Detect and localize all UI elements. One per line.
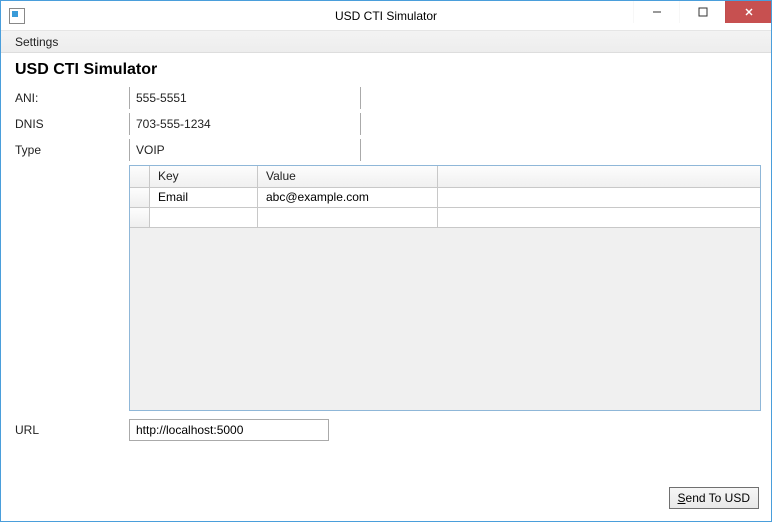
label-url: URL <box>11 423 129 437</box>
title-bar: USD CTI Simulator <box>1 1 771 31</box>
row-type: Type <box>11 137 761 163</box>
grid-row-header[interactable] <box>130 208 150 227</box>
content-area: USD CTI Simulator ANI: DNIS Type Key Val… <box>1 53 771 521</box>
grid-cell-value[interactable] <box>258 208 438 227</box>
row-url: URL <box>11 419 761 441</box>
page-title: USD CTI Simulator <box>11 61 761 79</box>
grid-header-key[interactable]: Key <box>150 166 258 187</box>
maximize-button[interactable] <box>679 1 725 23</box>
grid-body: Email abc@example.com <box>130 188 760 228</box>
grid-cell-key[interactable] <box>150 208 258 227</box>
row-dnis: DNIS <box>11 111 761 137</box>
menu-settings[interactable]: Settings <box>7 33 66 51</box>
grid-header-rowselector <box>130 166 150 187</box>
send-to-usd-button[interactable]: Send To USD <box>669 487 760 509</box>
input-type[interactable] <box>129 139 361 161</box>
close-button[interactable] <box>725 1 771 23</box>
input-ani[interactable] <box>129 87 361 109</box>
grid-header-value[interactable]: Value <box>258 166 438 187</box>
input-url[interactable] <box>129 419 329 441</box>
label-ani: ANI: <box>11 91 129 105</box>
grid-header-row: Key Value <box>130 166 760 188</box>
input-dnis[interactable] <box>129 113 361 135</box>
grid-row[interactable]: Email abc@example.com <box>130 188 760 208</box>
label-dnis: DNIS <box>11 117 129 131</box>
grid-cell-rest <box>438 208 760 227</box>
menu-bar: Settings <box>1 31 771 53</box>
label-type: Type <box>11 143 129 157</box>
grid-cell-key[interactable]: Email <box>150 188 258 207</box>
grid-cell-value[interactable]: abc@example.com <box>258 188 438 207</box>
grid-cell-rest <box>438 188 760 207</box>
window-controls <box>633 1 771 23</box>
data-grid[interactable]: Key Value Email abc@example.com <box>129 165 761 411</box>
row-ani: ANI: <box>11 85 761 111</box>
minimize-button[interactable] <box>633 1 679 23</box>
grid-new-row[interactable] <box>130 208 760 228</box>
grid-row-header[interactable] <box>130 188 150 207</box>
grid-header-spacer <box>438 166 760 187</box>
app-icon <box>9 8 25 24</box>
